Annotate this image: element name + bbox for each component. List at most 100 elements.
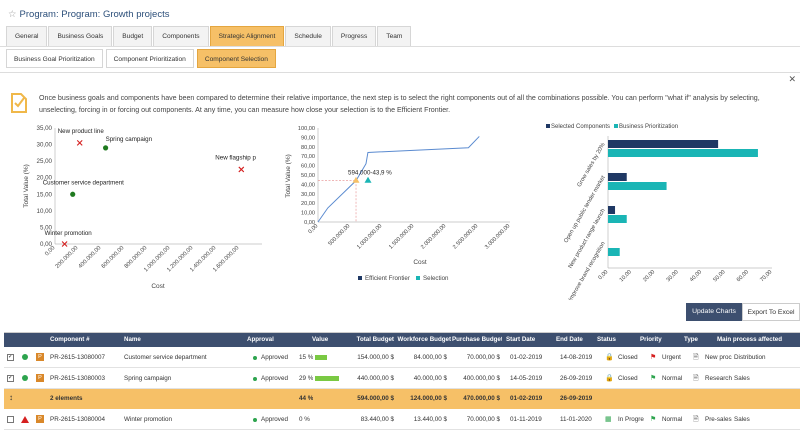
row-checkbox[interactable] — [7, 416, 14, 423]
tab-business-goals[interactable]: Business Goals — [48, 26, 113, 46]
tab-budget[interactable]: Budget — [113, 26, 153, 46]
col-approval[interactable]: Approval — [247, 336, 274, 343]
approval-dot-icon — [253, 418, 257, 422]
col-total-budget[interactable]: Total Budget — [352, 336, 394, 343]
component-id[interactable]: PR-2615-13080003 — [50, 375, 105, 382]
subtab-component-selection[interactable]: Component Selection — [196, 49, 276, 68]
col-end-date[interactable]: End Date — [556, 336, 583, 343]
component-id[interactable]: PR-2615-13080004 — [50, 416, 105, 423]
end-date: 26-09-2019 — [560, 375, 593, 382]
sub-tabs: Business Goal Prioritization Component P… — [6, 49, 279, 69]
frontier-x-tick: 3.000.000,00 — [484, 223, 511, 250]
tabs-divider — [0, 46, 800, 47]
lock-icon: 🔒 — [605, 375, 614, 382]
col-type[interactable]: Type — [684, 336, 698, 343]
scatter-y-tick: 15,00 — [37, 191, 53, 198]
scatter-x-tick: 600.000,00 — [101, 245, 126, 270]
status: Closed — [618, 354, 638, 361]
summary-start-date: 01-02-2019 — [510, 395, 543, 402]
selection-summary-row: ↕ 2 elements 44 % 594.000,00 $ 124.000,0… — [4, 389, 800, 409]
normal-priority-icon: ⚑ — [650, 375, 657, 382]
frontier-y-tick: 60,00 — [301, 164, 315, 170]
tab-components[interactable]: Components — [153, 26, 209, 46]
col-start-date[interactable]: Start Date — [506, 336, 535, 343]
col-main-process[interactable]: Main process affected — [717, 336, 782, 343]
end-date: 11-01-2020 — [560, 416, 592, 423]
component-name: Spring campaign — [124, 375, 172, 382]
total-budget: 440.000,00 $ — [357, 375, 394, 382]
legend-efficient-frontier-swatch — [358, 276, 362, 280]
table-row[interactable]: P PR-2615-13080004 Winter promotion Appr… — [4, 409, 800, 430]
scatter-x-tick: 200.000,00 — [55, 245, 80, 270]
status: In Progre — [618, 416, 644, 423]
type: New proc — [705, 354, 732, 361]
normal-priority-icon: ⚑ — [650, 416, 657, 423]
legend-efficient-frontier-label: Efficient Frontier — [365, 275, 410, 282]
summary-total-budget: 594.000,00 $ — [357, 395, 394, 402]
bar-selected — [608, 140, 719, 148]
frontier-y-tick: 80,00 — [301, 145, 315, 151]
close-icon[interactable]: ✕ — [788, 74, 796, 85]
component-id[interactable]: PR-2615-13080007 — [50, 354, 105, 361]
export-excel-button[interactable]: Export To Excel — [742, 303, 800, 321]
row-checkbox[interactable]: ✓ — [7, 375, 14, 382]
table-row[interactable]: ✓ P PR-2615-13080003 Spring campaign App… — [4, 368, 800, 389]
component-name: Winter promotion — [124, 416, 172, 423]
tab-general[interactable]: General — [6, 26, 48, 46]
subtab-business-goal-prioritization[interactable]: Business Goal Prioritization — [6, 49, 103, 68]
col-name[interactable]: Name — [124, 336, 141, 343]
col-component-id[interactable]: Component # — [50, 336, 90, 343]
scatter-point-label: Customer service department — [43, 179, 124, 186]
subtab-component-prioritization[interactable]: Component Prioritization — [105, 49, 194, 68]
priority: Normal — [662, 375, 683, 382]
workforce-budget: 13.440,00 $ — [413, 416, 447, 423]
table-row[interactable]: ✓ P PR-2615-13080007 Customer service de… — [4, 347, 800, 368]
col-status[interactable]: Status — [597, 336, 616, 343]
scatter-point-label: Winter promotion — [45, 230, 93, 237]
frontier-y-label: Total Value (%) — [285, 154, 292, 198]
workforce-budget: 40.000,00 $ — [413, 375, 447, 382]
frontier-x-tick: 500.000,00 — [327, 223, 351, 247]
purchase-budget: 70.000,00 $ — [466, 354, 500, 361]
selection-info-icon — [11, 93, 27, 113]
selection-marker-triangle — [364, 176, 372, 183]
frontier-x-tick: 1.500.000,00 — [388, 223, 415, 250]
bar-prioritization — [608, 215, 627, 223]
bar-prioritization — [608, 149, 758, 157]
tab-team[interactable]: Team — [377, 26, 412, 46]
summary-workforce-budget: 124.000,00 $ — [410, 395, 447, 402]
scatter-point — [70, 191, 76, 197]
tab-schedule[interactable]: Schedule — [285, 26, 331, 46]
bar-x-tick: 30,00 — [666, 269, 680, 283]
warning-triangle-icon — [21, 416, 29, 423]
tab-strategic-alignment[interactable]: Strategic Alignment — [209, 26, 285, 46]
col-purchase-budget[interactable]: Purchase Budget — [452, 336, 502, 343]
tab-progress[interactable]: Progress — [331, 26, 377, 46]
type: Research — [705, 375, 732, 382]
total-budget: 154.000,00 $ — [357, 354, 394, 361]
scatter-point-label: New product line — [58, 128, 105, 135]
charts-area: 0,005,0010,0015,0020,0025,0030,0035,000,… — [23, 124, 773, 300]
bar-x-tick: 0,00 — [597, 269, 609, 281]
col-priority[interactable]: Priority — [640, 336, 662, 343]
row-checkbox[interactable]: ✓ — [7, 354, 14, 361]
approval-status: Approved — [261, 375, 288, 382]
frontier-x-tick: 2.500.000,00 — [452, 223, 479, 250]
col-workforce-budget[interactable]: Workforce Budget — [395, 336, 451, 343]
scatter-point — [76, 140, 83, 146]
approval-status: Approved — [261, 354, 288, 361]
legend-business-prioritization-label: Business Prioritization — [619, 124, 678, 130]
frontier-y-tick: 10,00 — [301, 211, 315, 217]
summary-purchase-budget: 470.000,00 $ — [463, 395, 500, 402]
sort-arrows-icon[interactable]: ↕ — [9, 393, 13, 402]
update-charts-button[interactable]: Update Charts — [686, 303, 742, 321]
star-icon[interactable]: ☆ — [8, 9, 17, 20]
value-pct: 0 % — [299, 416, 310, 423]
components-grid: Component # Name Approval Value Total Bu… — [4, 332, 800, 430]
scatter-y-label: Total Value (%) — [23, 164, 30, 208]
col-value[interactable]: Value — [312, 336, 328, 343]
project-icon: P — [36, 374, 44, 382]
legend-selection-swatch — [416, 276, 420, 280]
bar-x-tick: 50,00 — [712, 269, 726, 283]
scatter-point-label: Spring campaign — [106, 136, 153, 143]
